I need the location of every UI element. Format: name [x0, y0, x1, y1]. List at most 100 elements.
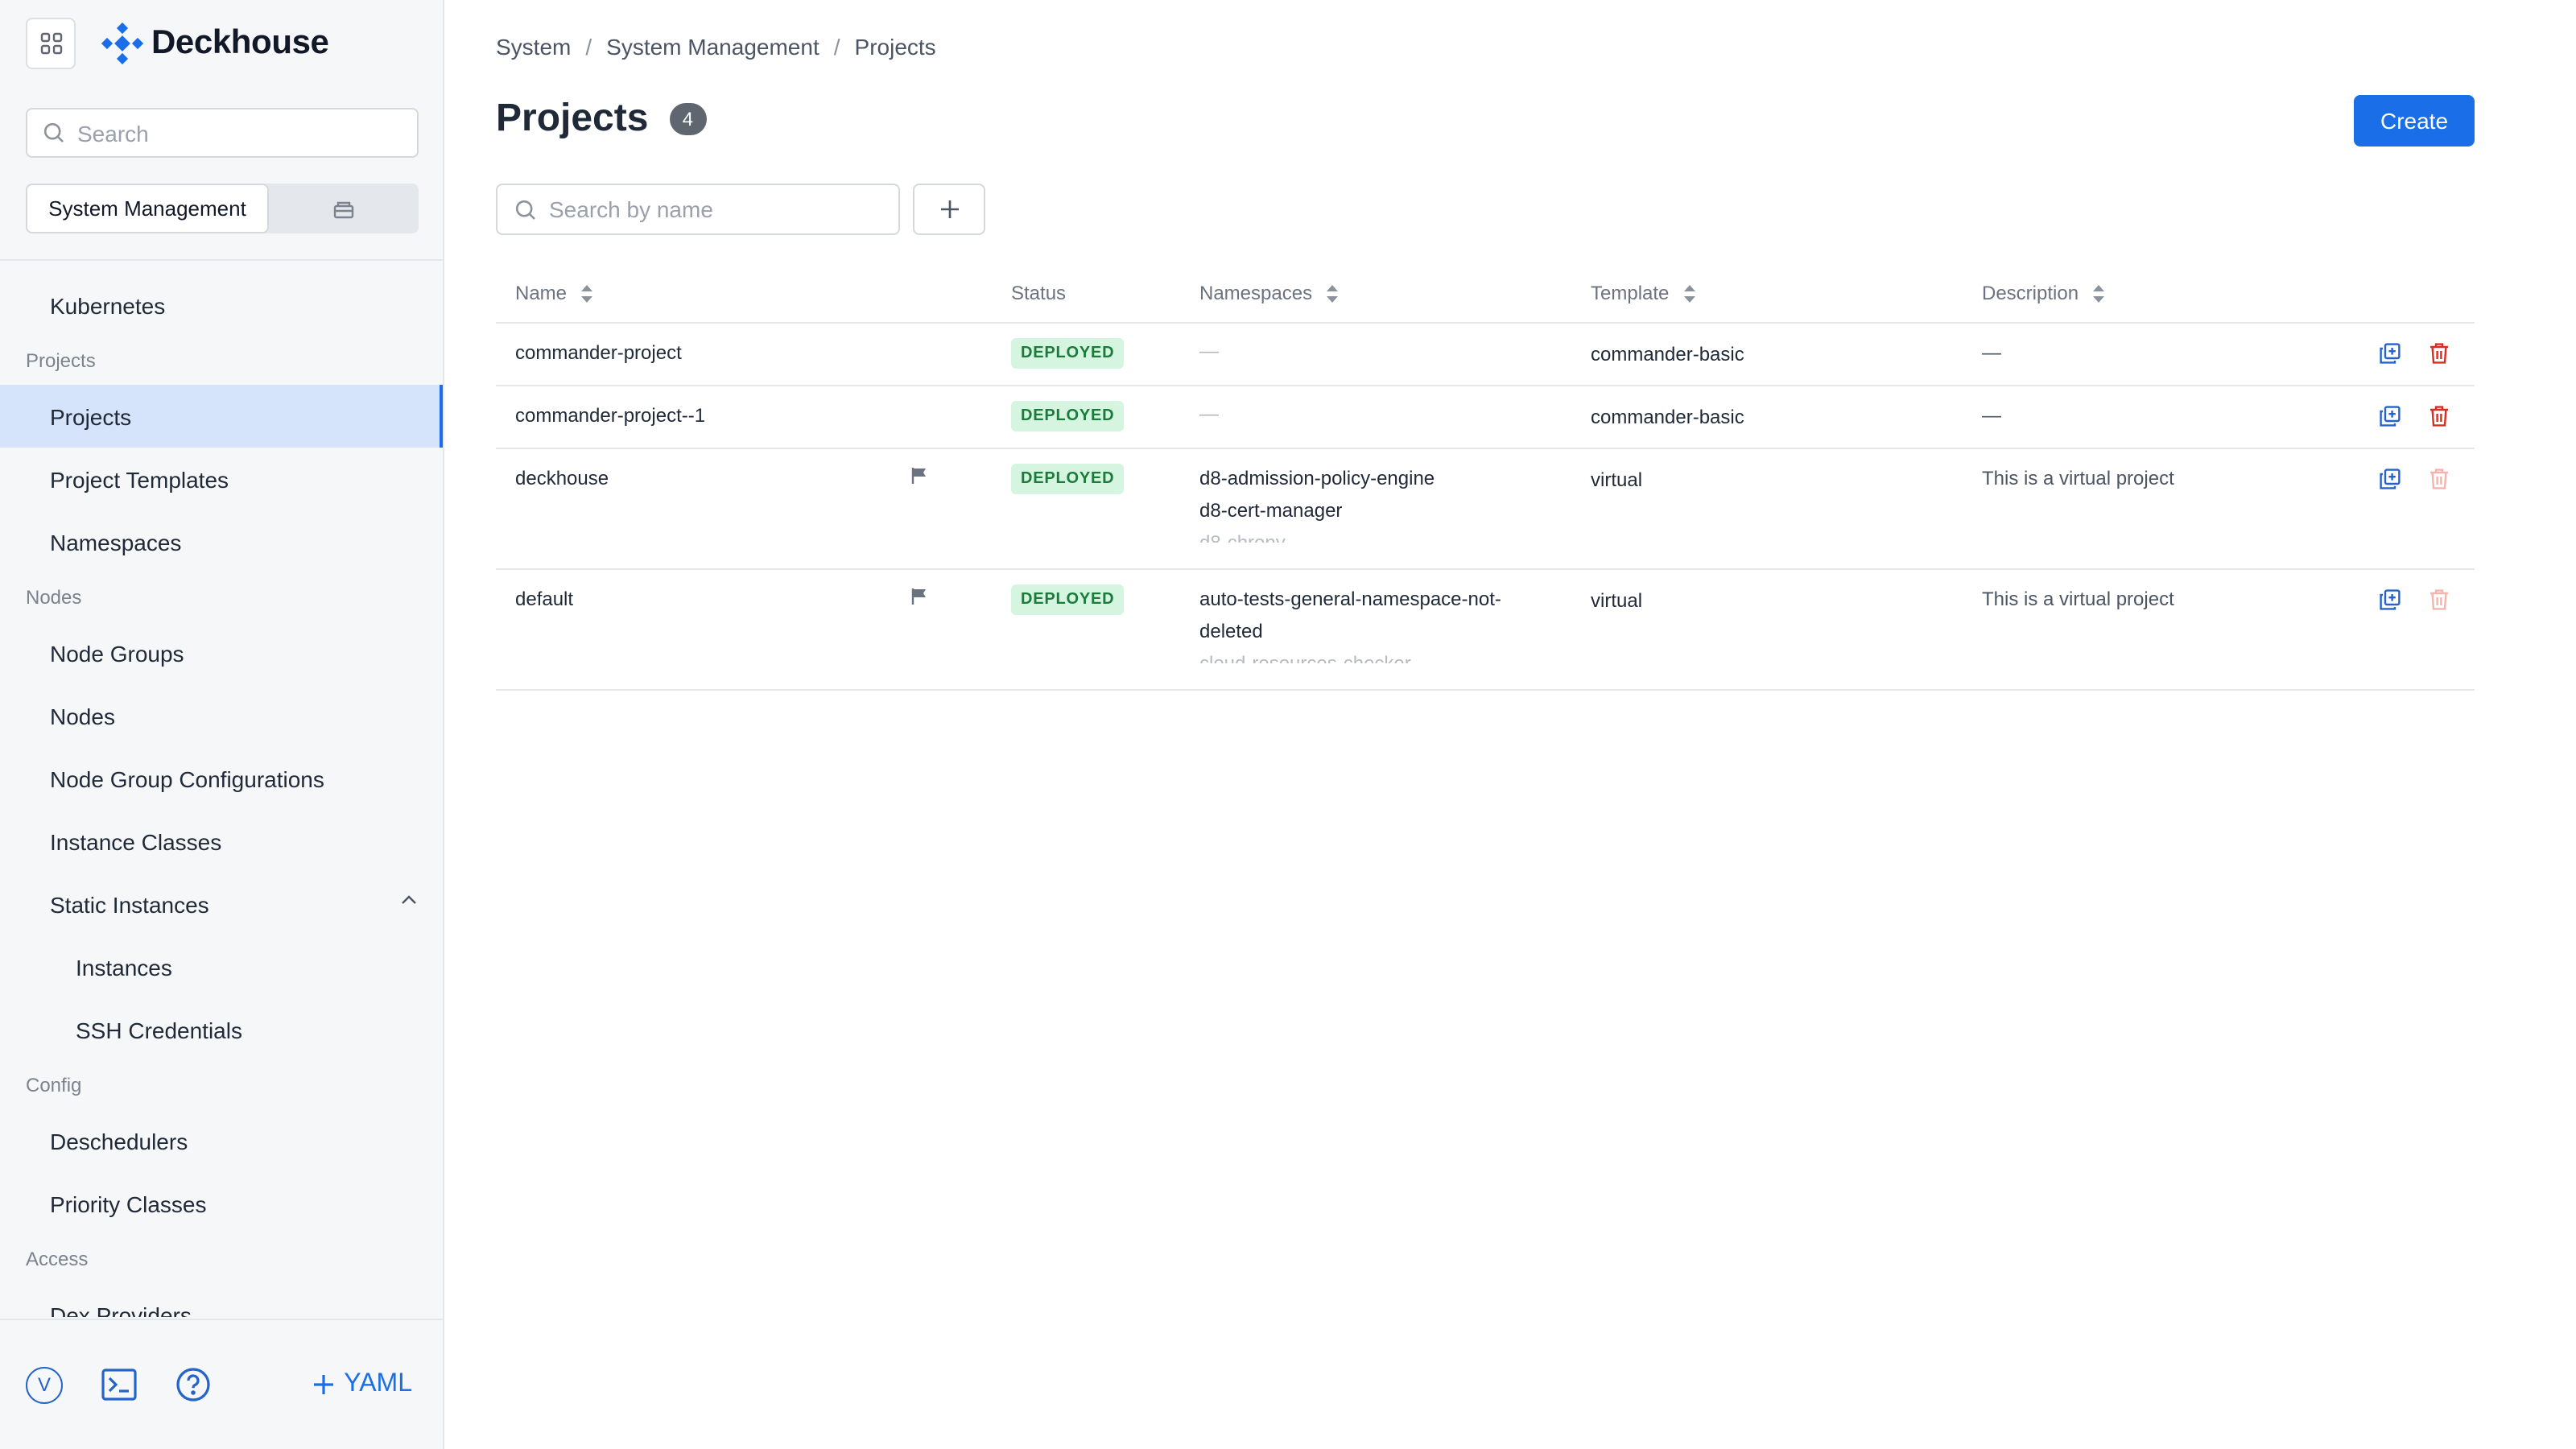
- table-header: Name Status Namespaces Template Description: [496, 262, 2475, 324]
- sidebar-item-dex-providers[interactable]: Dex Providers: [0, 1283, 443, 1317]
- sidebar-item-namespaces[interactable]: Namespaces: [0, 510, 443, 573]
- nav-section-access: Access: [26, 1248, 89, 1270]
- scope-system-management[interactable]: System Management: [26, 184, 269, 233]
- nav-section-config: Config: [26, 1074, 82, 1096]
- sidebar-item-priority-classes[interactable]: Priority Classes: [0, 1172, 443, 1235]
- chevron-up-icon[interactable]: [401, 895, 417, 905]
- flag-icon: [911, 588, 926, 605]
- column-header-status: Status: [1011, 282, 1066, 304]
- column-header-template[interactable]: Template: [1591, 282, 1696, 304]
- sort-icon[interactable]: [2091, 283, 2106, 303]
- sidebar-item-label: Project Templates: [50, 466, 229, 492]
- namespaces-cell: —: [1199, 340, 1546, 362]
- table-row[interactable]: default DEPLOYED auto-tests-general-namesp…: [496, 570, 2475, 691]
- logo[interactable]: Deckhouse: [101, 23, 329, 64]
- duplicate-icon: [2379, 468, 2400, 489]
- help-button[interactable]: [175, 1367, 211, 1402]
- delete-button: [2426, 586, 2452, 612]
- sort-icon[interactable]: [1682, 283, 1696, 303]
- sidebar-item-static-instances[interactable]: Static Instances: [0, 873, 443, 935]
- breadcrumb-item-projects: Projects: [854, 34, 936, 60]
- empty-value: —: [1199, 340, 1219, 362]
- template-name[interactable]: virtual: [1591, 469, 1642, 491]
- sidebar-search[interactable]: [26, 108, 419, 158]
- namespace-item[interactable]: d8-chrony: [1199, 526, 1546, 543]
- delete-button[interactable]: [2426, 340, 2452, 365]
- sidebar-item-label: Node Groups: [50, 640, 184, 666]
- sidebar-item-label: Namespaces: [50, 529, 182, 555]
- sidebar-item-node-groups[interactable]: Node Groups: [0, 621, 443, 684]
- sidebar-item-label: Dex Providers: [50, 1302, 192, 1317]
- nav-section-projects: Projects: [26, 349, 96, 372]
- project-name[interactable]: commander-project--1: [515, 404, 705, 427]
- status-badge: DEPLOYED: [1011, 401, 1125, 431]
- name-search[interactable]: [496, 184, 900, 235]
- sidebar-item-kubernetes[interactable]: Kubernetes: [0, 274, 443, 336]
- trash-icon: [2430, 468, 2448, 489]
- sidebar-search-input[interactable]: [77, 120, 383, 146]
- breadcrumb-separator: /: [833, 34, 840, 60]
- duplicate-button[interactable]: [2376, 340, 2402, 365]
- column-header-description[interactable]: Description: [1982, 282, 2106, 304]
- page-title: Projects: [496, 97, 649, 140]
- duplicate-icon: [2379, 342, 2400, 363]
- table-row[interactable]: deckhouse DEPLOYED d8-admission-policy-eng…: [496, 449, 2475, 570]
- sidebar-item-project-templates[interactable]: Project Templates: [0, 448, 443, 510]
- sidebar: Deckhouse System Management Kubernetes Pr…: [0, 0, 444, 1449]
- sidebar-item-instances[interactable]: Instances: [0, 935, 443, 998]
- apps-button[interactable]: [26, 18, 76, 69]
- yaml-button[interactable]: YAML: [312, 1370, 412, 1399]
- duplicate-button[interactable]: [2376, 402, 2402, 428]
- terminal-button[interactable]: [101, 1368, 137, 1401]
- scope-cluster[interactable]: [269, 184, 419, 233]
- add-filter-button[interactable]: [913, 184, 985, 235]
- status-badge: DEPLOYED: [1011, 338, 1125, 369]
- column-header-namespaces[interactable]: Namespaces: [1199, 282, 1340, 304]
- namespace-item[interactable]: d8-admission-policy-engine: [1199, 462, 1546, 494]
- breadcrumb-item-system[interactable]: System: [496, 34, 571, 60]
- sidebar-item-label: Priority Classes: [50, 1191, 207, 1216]
- namespaces-cell: —: [1199, 402, 1546, 425]
- user-avatar[interactable]: V: [26, 1366, 63, 1403]
- description: —: [1982, 404, 2001, 427]
- plus-icon: [313, 1375, 333, 1394]
- duplicate-button[interactable]: [2376, 586, 2402, 612]
- namespace-item[interactable]: cloud-resources-checker: [1199, 647, 1546, 663]
- sidebar-item-deschedulers[interactable]: Deschedulers: [0, 1109, 443, 1172]
- table-row[interactable]: commander-project--1 DEPLOYED — commander-b…: [496, 386, 2475, 449]
- sidebar-item-instance-classes[interactable]: Instance Classes: [0, 810, 443, 873]
- sidebar-item-ssh-credentials[interactable]: SSH Credentials: [0, 998, 443, 1061]
- project-name[interactable]: deckhouse: [515, 467, 609, 489]
- sort-icon[interactable]: [1325, 283, 1340, 303]
- sidebar-item-projects[interactable]: Projects: [0, 385, 443, 448]
- project-name[interactable]: commander-project: [515, 341, 682, 364]
- sidebar-item-nodes[interactable]: Nodes: [0, 684, 443, 747]
- delete-button: [2426, 465, 2452, 491]
- namespace-item[interactable]: d8-cert-manager: [1199, 494, 1546, 526]
- sidebar-item-label: Projects: [50, 403, 132, 429]
- delete-button[interactable]: [2426, 402, 2452, 428]
- project-name[interactable]: default: [515, 588, 573, 610]
- namespace-item[interactable]: auto-tests-general-namespace-not-deleted: [1199, 583, 1546, 647]
- template-name[interactable]: virtual: [1591, 589, 1642, 612]
- sidebar-item-label: Deschedulers: [50, 1128, 188, 1154]
- sort-icon[interactable]: [580, 283, 594, 303]
- duplicate-button[interactable]: [2376, 465, 2402, 491]
- column-header-name[interactable]: Name: [515, 282, 594, 304]
- create-button[interactable]: Create: [2354, 95, 2475, 147]
- search-icon: [43, 122, 64, 142]
- template-name[interactable]: commander-basic: [1591, 343, 1744, 365]
- sidebar-divider: [0, 259, 444, 261]
- trash-icon: [2430, 405, 2448, 426]
- name-search-input[interactable]: [549, 196, 871, 222]
- breadcrumb-item-system-management[interactable]: System Management: [606, 34, 819, 60]
- yaml-label: YAML: [344, 1370, 412, 1397]
- template-name[interactable]: commander-basic: [1591, 406, 1744, 428]
- main-content: System / System Management / Projects Projec…: [444, 0, 2576, 1449]
- column-header-label: Template: [1591, 282, 1670, 304]
- sidebar-item-label: Static Instances: [50, 891, 209, 917]
- table-row[interactable]: commander-project DEPLOYED — commander-basi…: [496, 324, 2475, 386]
- breadcrumb-separator: /: [585, 34, 592, 60]
- column-header-label: Namespaces: [1199, 282, 1313, 304]
- sidebar-item-node-group-configurations[interactable]: Node Group Configurations: [0, 747, 443, 810]
